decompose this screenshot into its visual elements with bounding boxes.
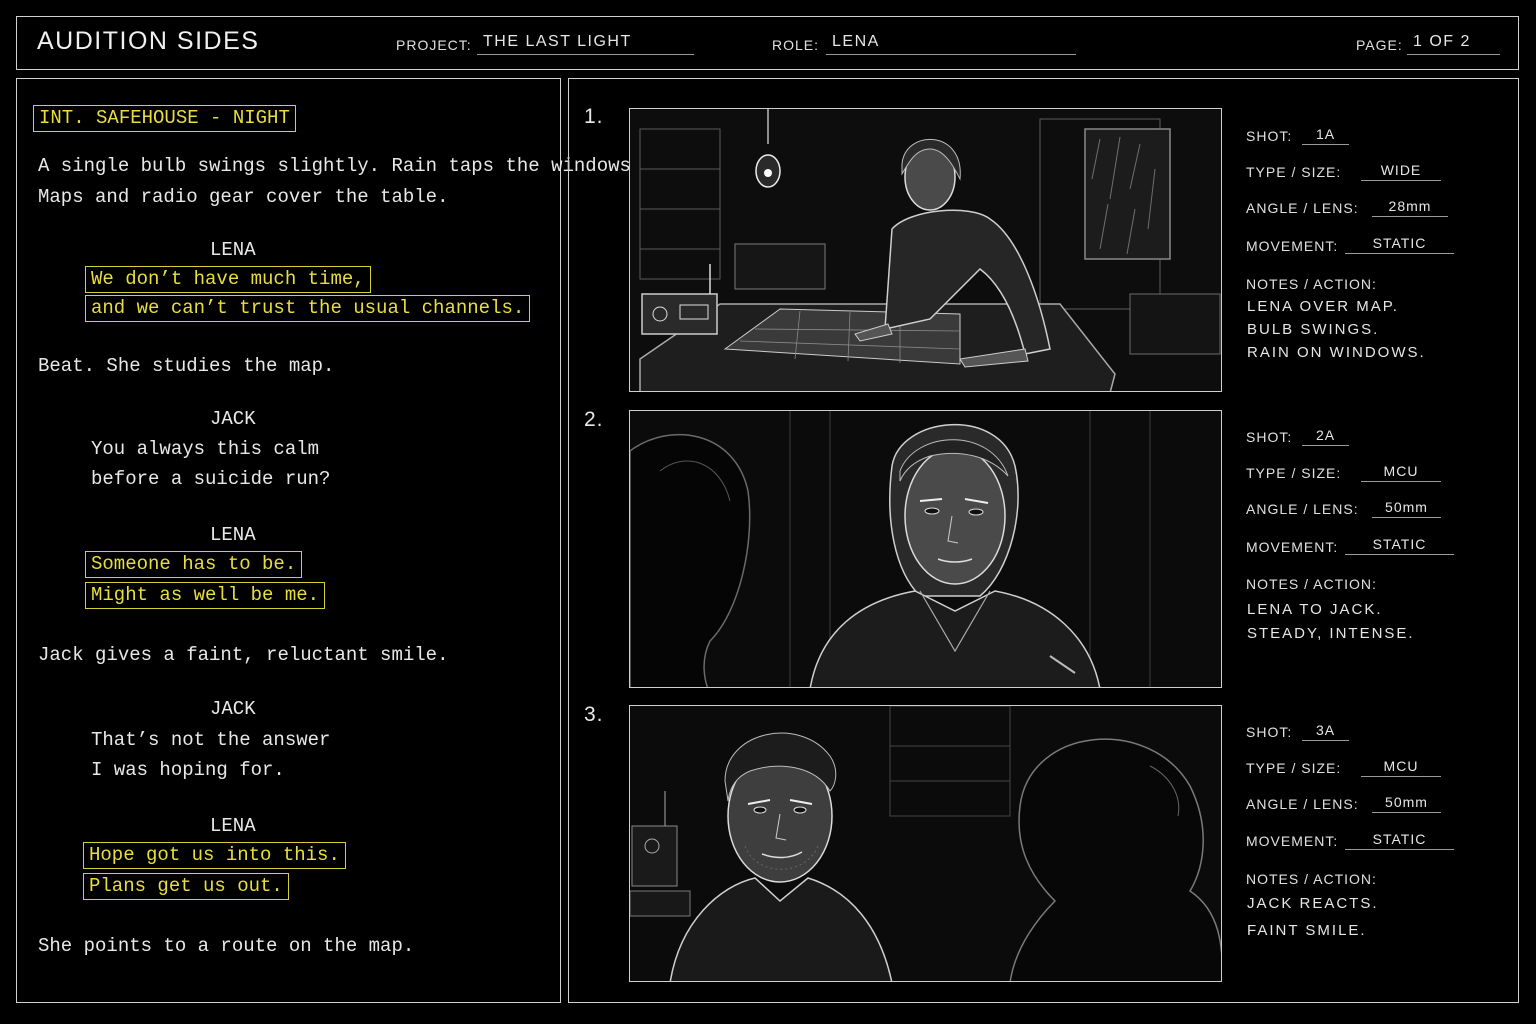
sketch-safehouse-wide — [630, 109, 1221, 391]
angle-lens-label: ANGLE / LENS: — [1246, 200, 1359, 216]
shot-label: SHOT: — [1246, 724, 1293, 740]
highlighted-dialogue-line[interactable]: Might as well be me. — [85, 582, 326, 609]
storyboard-frame-3[interactable] — [629, 705, 1222, 982]
page-label: PAGE: — [1356, 37, 1403, 53]
movement-field[interactable]: STATIC — [1345, 831, 1454, 850]
notes-action-label: NOTES / ACTION: — [1246, 276, 1377, 292]
note-line: LENA TO JACK. — [1247, 601, 1383, 618]
notes-action-label: NOTES / ACTION: — [1246, 576, 1377, 592]
angle-lens-label: ANGLE / LENS: — [1246, 501, 1359, 517]
action-line: Maps and radio gear cover the table. — [38, 186, 449, 208]
note-line: JACK REACTS. — [1247, 895, 1379, 912]
character-cue: LENA — [210, 524, 256, 546]
highlighted-dialogue-line[interactable]: Hope got us into this. — [83, 842, 346, 869]
character-cue: LENA — [210, 815, 256, 837]
note-line: FAINT SMILE. — [1247, 922, 1367, 939]
angle-lens-label: ANGLE / LENS: — [1246, 796, 1359, 812]
action-line: A single bulb swings slightly. Rain taps… — [38, 155, 643, 177]
type-size-label: TYPE / SIZE: — [1246, 760, 1342, 776]
project-label: PROJECT: — [396, 37, 472, 53]
dialogue-line: before a suicide run? — [91, 468, 331, 490]
page-field[interactable]: 1 OF 2 — [1407, 33, 1500, 55]
shot-field[interactable]: 3A — [1302, 722, 1349, 741]
movement-label: MOVEMENT: — [1246, 238, 1339, 254]
role-label: ROLE: — [772, 37, 820, 53]
character-cue: LENA — [210, 239, 256, 261]
action-line: She points to a route on the map. — [38, 935, 415, 957]
dialogue-line: You always this calm — [91, 438, 320, 460]
note-line: BULB SWINGS. — [1247, 321, 1380, 338]
highlighted-dialogue-line[interactable]: and we can’t trust the usual channels. — [85, 295, 531, 322]
note-line: STEADY, INTENSE. — [1247, 625, 1415, 642]
shot-number: 2. — [584, 408, 604, 431]
action-line: Beat. She studies the map. — [38, 355, 335, 377]
angle-lens-field[interactable]: 50mm — [1372, 499, 1441, 518]
page-title: AUDITION SIDES — [37, 27, 260, 55]
dialogue-line: I was hoping for. — [91, 759, 285, 781]
highlighted-dialogue-line[interactable]: Plans get us out. — [83, 873, 289, 900]
type-size-label: TYPE / SIZE: — [1246, 164, 1342, 180]
type-size-field[interactable]: MCU — [1361, 463, 1441, 482]
sketch-jack-reaction — [630, 706, 1221, 981]
note-line: LENA OVER MAP. — [1247, 298, 1399, 315]
highlighted-dialogue-line[interactable]: We don’t have much time, — [85, 266, 371, 293]
notes-action-label: NOTES / ACTION: — [1246, 871, 1377, 887]
shot-label: SHOT: — [1246, 429, 1293, 445]
movement-field[interactable]: STATIC — [1345, 235, 1454, 254]
shot-field[interactable]: 1A — [1302, 126, 1349, 145]
movement-label: MOVEMENT: — [1246, 539, 1339, 555]
shot-number: 3. — [584, 703, 604, 726]
note-line: RAIN ON WINDOWS. — [1247, 344, 1426, 361]
shot-number: 1. — [584, 105, 604, 128]
slugline: INT. SAFEHOUSE - NIGHT — [33, 105, 296, 132]
storyboard-panel: 1. SHOT: 1A TYPE / SIZE: WIDE ANGLE / LE… — [568, 78, 1519, 1003]
sketch-lena-closeup — [630, 411, 1221, 687]
role-field[interactable]: LENA — [826, 33, 1076, 55]
action-line: Jack gives a faint, reluctant smile. — [38, 644, 449, 666]
type-size-label: TYPE / SIZE: — [1246, 465, 1342, 481]
script-panel: INT. SAFEHOUSE - NIGHT A single bulb swi… — [16, 78, 642, 1003]
storyboard-frame-2[interactable] — [629, 410, 1222, 688]
header-bar: AUDITION SIDES PROJECT: THE LAST LIGHT R… — [16, 16, 1519, 70]
type-size-field[interactable]: MCU — [1361, 758, 1441, 777]
highlighted-dialogue-line[interactable]: Someone has to be. — [85, 551, 303, 578]
storyboard-frame-1[interactable] — [629, 108, 1222, 392]
shot-field[interactable]: 2A — [1302, 427, 1349, 446]
angle-lens-field[interactable]: 50mm — [1372, 794, 1441, 813]
angle-lens-field[interactable]: 28mm — [1372, 198, 1448, 217]
type-size-field[interactable]: WIDE — [1361, 162, 1441, 181]
movement-label: MOVEMENT: — [1246, 833, 1339, 849]
character-cue: JACK — [210, 698, 256, 720]
dialogue-line: That’s not the answer — [91, 729, 331, 751]
character-cue: JACK — [210, 408, 256, 430]
shot-label: SHOT: — [1246, 128, 1293, 144]
movement-field[interactable]: STATIC — [1345, 536, 1454, 555]
project-field[interactable]: THE LAST LIGHT — [477, 33, 694, 55]
